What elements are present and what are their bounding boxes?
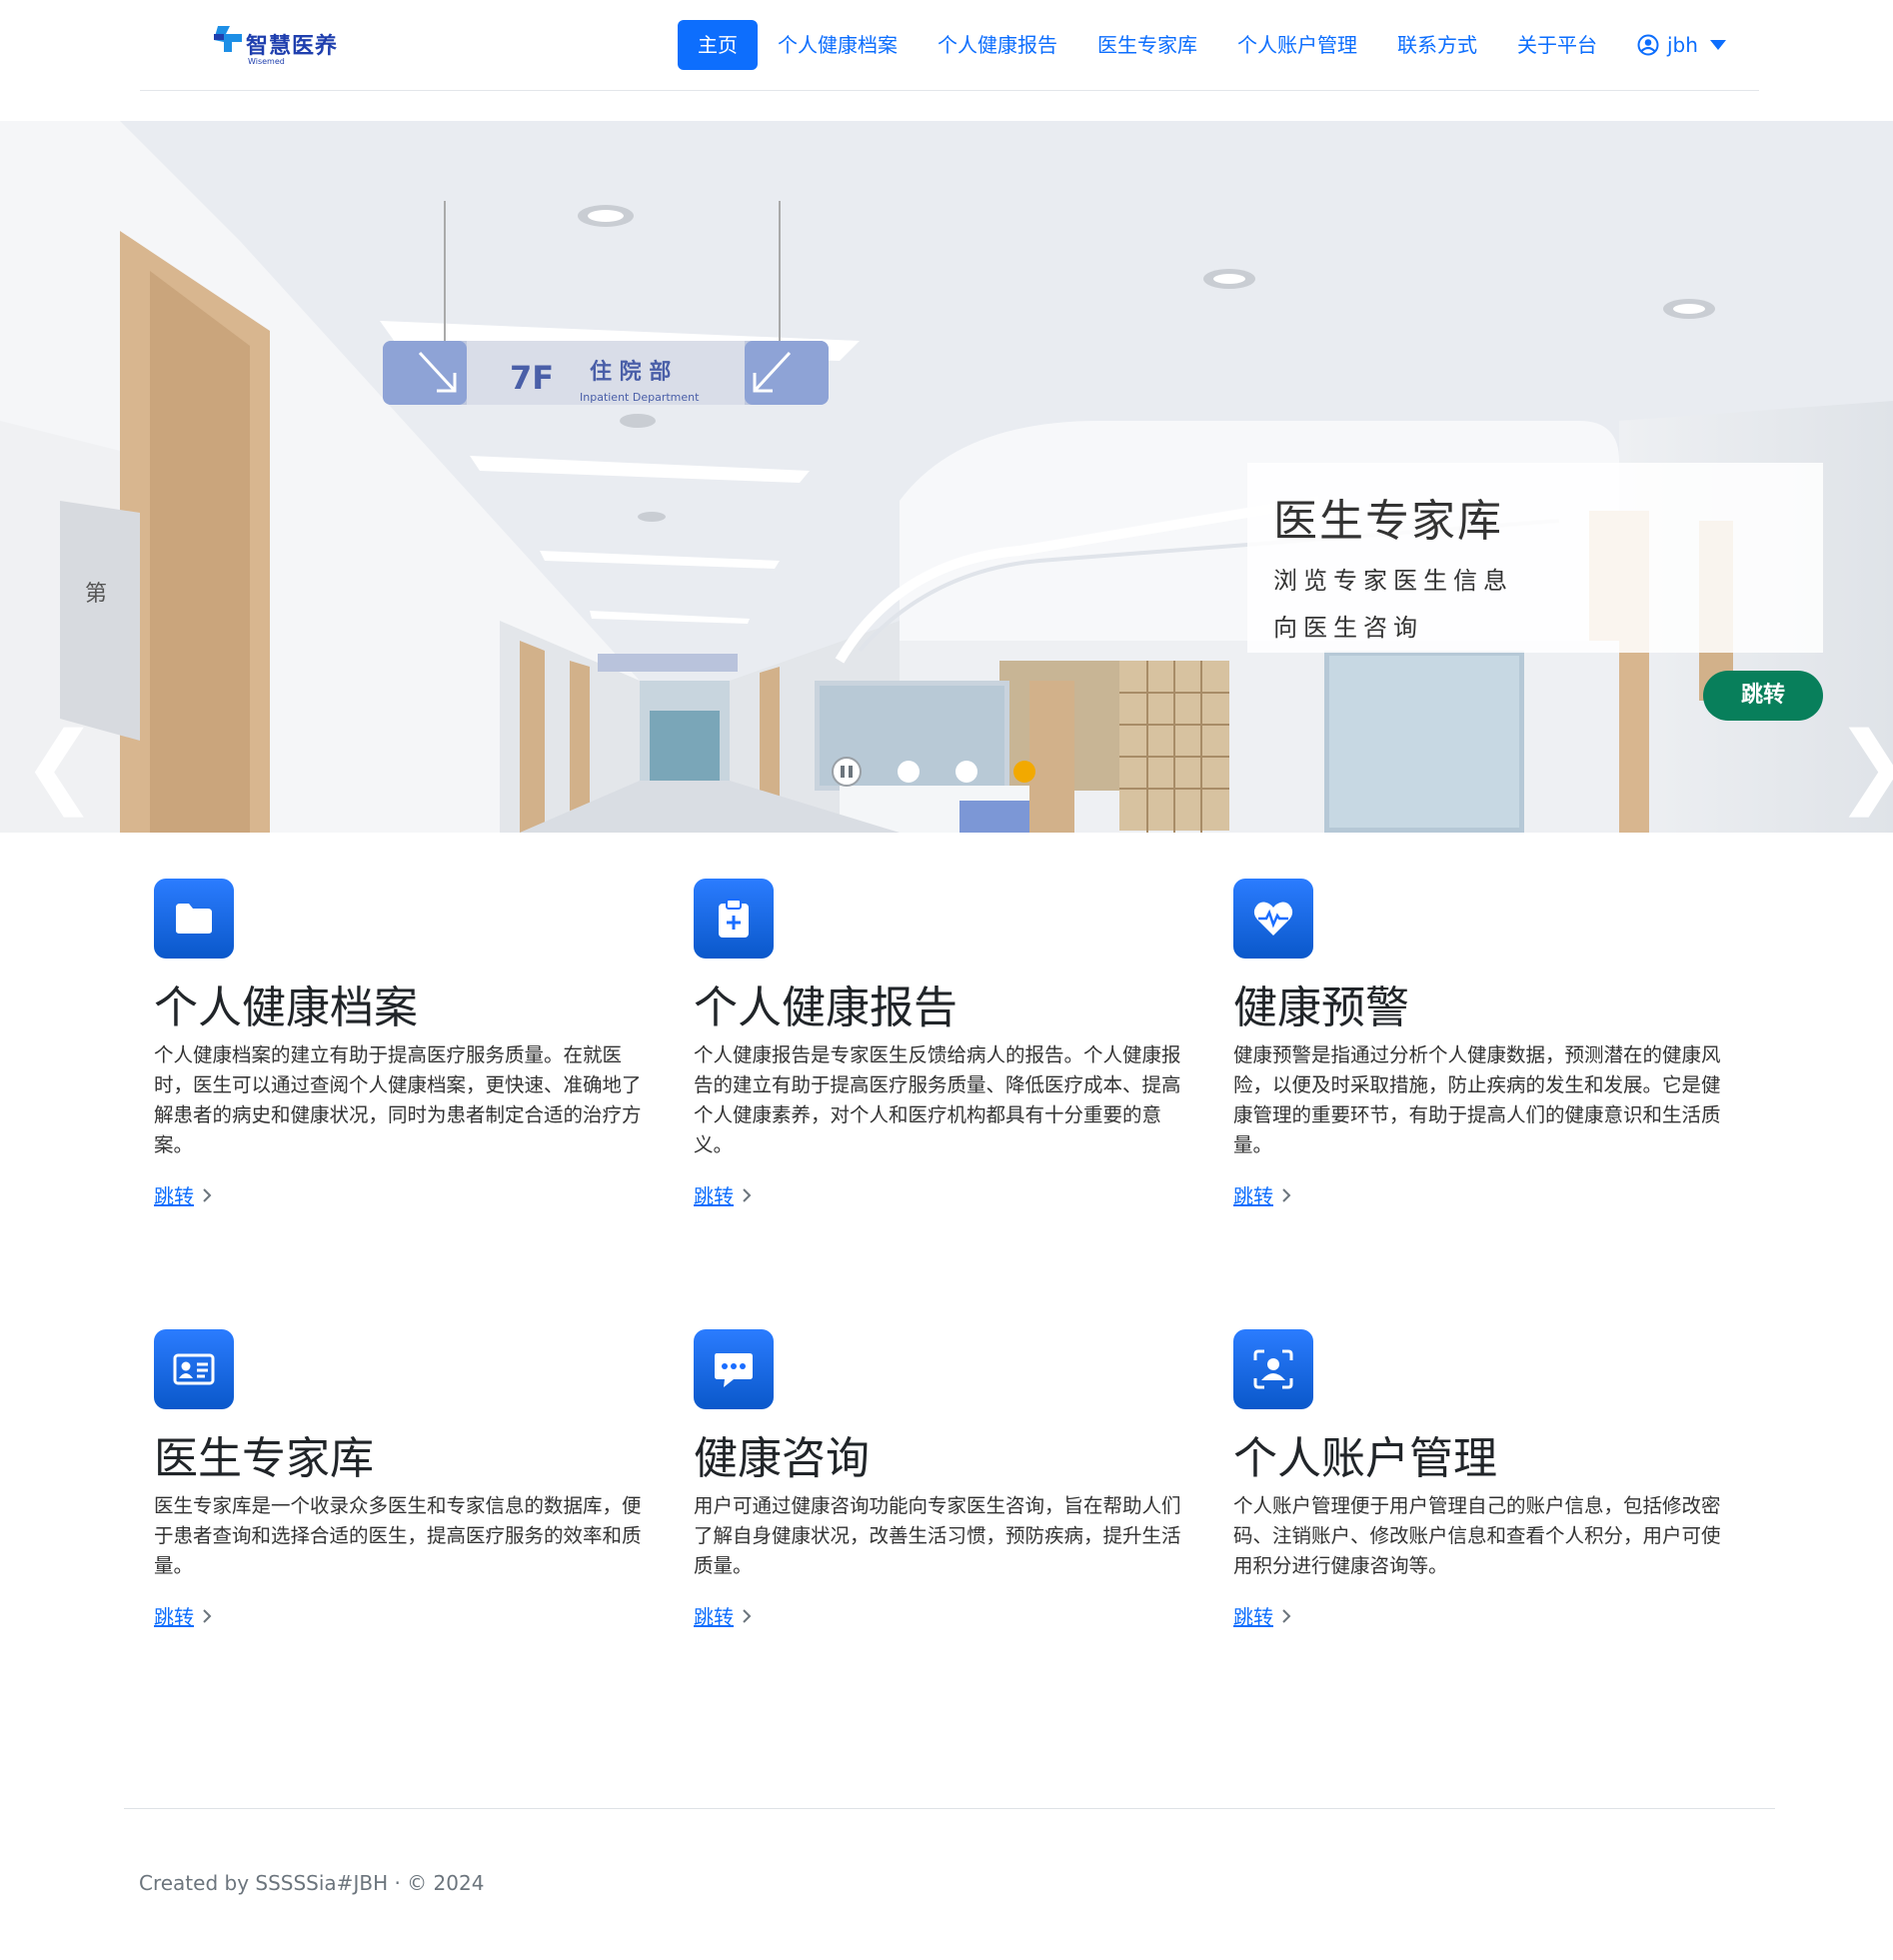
- feature-title: 医生专家库: [154, 1433, 374, 1484]
- chevron-right-icon: [1282, 1187, 1291, 1202]
- feature-card: 健康预警 健康预警是指通过分析个人健康数据，预测潜在的健康风险，以便及时采取措施…: [1233, 879, 1733, 1209]
- feature-description: 个人账户管理便于用户管理自己的账户信息，包括修改密码、注销账户、修改账户信息和查…: [1233, 1494, 1721, 1577]
- feature-card: 个人账户管理 个人账户管理便于用户管理自己的账户信息，包括修改密码、注销账户、修…: [1233, 1329, 1733, 1630]
- carousel-caption: 医生专家库 浏览专家医生信息 向医生咨询: [1247, 463, 1823, 653]
- feature-link-label: 跳转: [154, 1184, 194, 1208]
- feature-description: 个人健康档案的建立有助于提高医疗服务质量。在就医时，医生可以通过查阅个人健康档案…: [154, 1043, 642, 1156]
- brand-subtitle: Wisemed: [248, 57, 285, 66]
- person-bounding-box-icon: [1233, 1329, 1313, 1409]
- carousel-indicator-1[interactable]: [898, 761, 920, 783]
- nav-health-records[interactable]: 个人健康档案: [758, 20, 918, 70]
- chevron-right-icon: [743, 1187, 752, 1202]
- caption-line-2: 向医生咨询: [1273, 614, 1423, 642]
- brand-name: 智慧医养: [246, 34, 339, 59]
- carousel-indicator-2[interactable]: [955, 761, 977, 783]
- feature-link[interactable]: 跳转: [1233, 1180, 1291, 1209]
- feature-title: 个人健康档案: [154, 982, 418, 1033]
- feature-title: 健康咨询: [694, 1433, 870, 1484]
- sign-floor: 7F: [510, 359, 554, 397]
- sign-subtitle: Inpatient Department: [580, 391, 700, 404]
- nav-health-reports[interactable]: 个人健康报告: [918, 20, 1077, 70]
- footer-copyright: Created by SSSSSia#JBH · © 2024: [139, 1871, 485, 1895]
- feature-link-label: 跳转: [1233, 1184, 1273, 1208]
- feature-title: 个人账户管理: [1233, 1433, 1497, 1484]
- medical-cross-icon: [214, 26, 242, 52]
- feature-card: 个人健康报告 个人健康报告是专家医生反馈给病人的报告。个人健康报告的建立有助于提…: [694, 879, 1193, 1209]
- brand-logo[interactable]: 智慧医养 Wisemed: [212, 22, 352, 68]
- feature-card: 医生专家库 医生专家库是一个收录众多医生和专家信息的数据库，便于患者查询和选择合…: [154, 1329, 654, 1630]
- folder-icon: [154, 879, 234, 959]
- feature-link[interactable]: 跳转: [694, 1180, 752, 1209]
- carousel-next-icon[interactable]: ❯: [1835, 721, 1893, 811]
- feature-description: 医生专家库是一个收录众多医生和专家信息的数据库，便于患者查询和选择合适的医生，提…: [154, 1494, 642, 1577]
- pause-icon[interactable]: [832, 757, 862, 787]
- chevron-right-icon: [743, 1608, 752, 1623]
- feature-link-label: 跳转: [694, 1605, 734, 1629]
- feature-card: 健康咨询 用户可通过健康咨询功能向专家医生咨询，旨在帮助人们了解自身健康状况，改…: [694, 1329, 1193, 1630]
- feature-link-label: 跳转: [694, 1184, 734, 1208]
- nav-home[interactable]: 主页: [678, 20, 758, 70]
- carousel-indicator-3[interactable]: [1013, 761, 1035, 783]
- sign-title: 住 院 部: [590, 359, 671, 385]
- id-card-icon: [154, 1329, 234, 1409]
- feature-link[interactable]: 跳转: [694, 1601, 752, 1630]
- feature-link-label: 跳转: [1233, 1605, 1273, 1629]
- feature-title: 个人健康报告: [694, 982, 957, 1033]
- feature-title: 健康预警: [1233, 982, 1409, 1033]
- chevron-right-icon: [1282, 1608, 1291, 1623]
- feature-card: 个人健康档案 个人健康档案的建立有助于提高医疗服务质量。在就医时，医生可以通过查…: [154, 879, 654, 1209]
- heart-pulse-icon: [1233, 879, 1313, 959]
- caption-line-1: 浏览专家医生信息: [1273, 567, 1513, 595]
- nav-doctor-experts[interactable]: 医生专家库: [1077, 20, 1217, 70]
- site-header: 智慧医养 Wisemed 主页 个人健康档案 个人健康报告 医生专家库 个人账户…: [140, 0, 1759, 91]
- chevron-right-icon: [203, 1187, 212, 1202]
- user-menu-dropdown[interactable]: jbh: [1617, 20, 1746, 70]
- feature-description: 个人健康报告是专家医生反馈给病人的报告。个人健康报告的建立有助于提高医疗服务质量…: [694, 1043, 1181, 1156]
- feature-link[interactable]: 跳转: [154, 1601, 212, 1630]
- carousel-jump-button[interactable]: 跳转: [1703, 671, 1823, 721]
- chat-dots-icon: [694, 1329, 774, 1409]
- user-name: jbh: [1667, 33, 1698, 57]
- feature-description: 健康预警是指通过分析个人健康数据，预测潜在的健康风险，以便及时采取措施，防止疾病…: [1233, 1043, 1721, 1156]
- hero-carousel[interactable]: 第 7F 住 院 部 Inpatient Department 医生专家库 浏览…: [0, 121, 1893, 833]
- feature-link-label: 跳转: [154, 1605, 194, 1629]
- feature-link[interactable]: 跳转: [154, 1180, 212, 1209]
- user-circle-icon: [1637, 34, 1659, 56]
- nav-about[interactable]: 关于平台: [1497, 20, 1617, 70]
- nav-account-management[interactable]: 个人账户管理: [1217, 20, 1377, 70]
- footer-divider: [124, 1808, 1775, 1809]
- room-sign-text: 第: [85, 582, 107, 607]
- chevron-right-icon: [203, 1608, 212, 1623]
- feature-link[interactable]: 跳转: [1233, 1601, 1291, 1630]
- caret-down-icon: [1709, 40, 1726, 50]
- caption-title: 医生专家库: [1273, 496, 1503, 547]
- nav-contact[interactable]: 联系方式: [1377, 20, 1497, 70]
- main-nav: 主页 个人健康档案 个人健康报告 医生专家库 个人账户管理 联系方式 关于平台 …: [678, 20, 1746, 70]
- carousel-prev-icon[interactable]: ❮: [22, 721, 97, 811]
- feature-description: 用户可通过健康咨询功能向专家医生咨询，旨在帮助人们了解自身健康状况，改善生活习惯…: [694, 1494, 1181, 1577]
- clipboard-plus-icon: [694, 879, 774, 959]
- carousel-indicators: [832, 757, 1035, 787]
